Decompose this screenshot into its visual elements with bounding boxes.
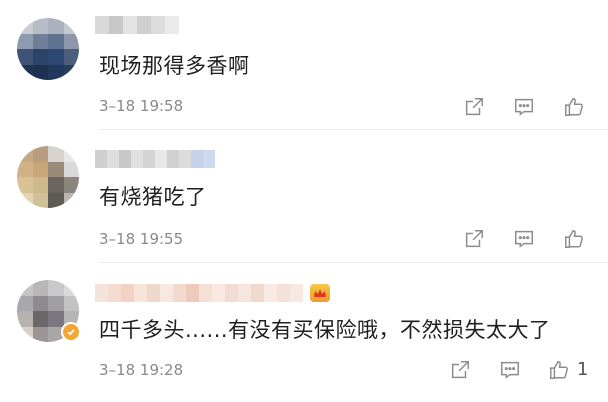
verified-badge	[61, 322, 81, 342]
username-blurred[interactable]	[95, 284, 303, 302]
share-button[interactable]	[447, 357, 473, 383]
vip-crown-badge-icon	[314, 289, 326, 297]
like-count: 1	[577, 359, 589, 380]
verified-badge-icon	[67, 329, 75, 336]
thumbs-up-icon	[550, 361, 568, 379]
comment-icon	[501, 361, 519, 379]
vip-crown-badge[interactable]	[310, 284, 330, 302]
comment-text: 四千多头......有没有买保险哦，不然损失太大了	[99, 318, 551, 342]
comment-item: 四千多头......有没有买保险哦，不然损失太大了 3–18 19:28 1	[0, 0, 608, 402]
comment-time: 3–18 19:28	[99, 361, 184, 379]
share-icon	[451, 361, 469, 379]
like-button[interactable]	[546, 357, 572, 383]
comment-button[interactable]	[497, 357, 523, 383]
